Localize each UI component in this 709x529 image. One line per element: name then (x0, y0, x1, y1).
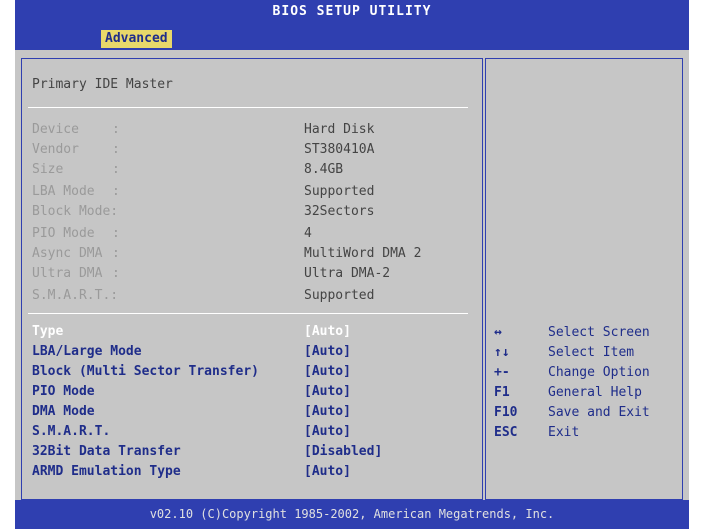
info-colon: : (112, 246, 120, 261)
info-value: ST380410A (304, 142, 375, 157)
info-value: Ultra DMA-2 (304, 266, 391, 281)
settings-pane: Primary IDE Master Device : Hard Disk Ve… (21, 58, 483, 500)
info-colon: : (112, 226, 120, 241)
option-value[interactable]: [Auto] (304, 361, 351, 383)
option-value[interactable]: [Auto] (304, 381, 351, 403)
info-colon: : (112, 184, 120, 199)
bios-screen: BIOS SETUP UTILITY Advanced Primary IDE … (15, 0, 689, 529)
info-label: Vendor (32, 142, 79, 157)
info-row-vendor: Vendor : ST380410A (32, 139, 472, 161)
left-right-arrow-icon: ↔ (494, 325, 502, 340)
help-exit: ESC Exit (494, 423, 682, 443)
info-label: Ultra DMA (32, 266, 103, 281)
help-text: Select Item (548, 345, 635, 360)
help-change-option: +- Change Option (494, 363, 682, 383)
info-row-device: Device : Hard Disk (32, 119, 472, 141)
info-row-block-mode: Block Mode: 32Sectors (32, 201, 472, 223)
help-select-screen: ↔ Select Screen (494, 323, 682, 343)
option-pio-mode[interactable]: PIO Mode [Auto] (32, 381, 472, 403)
info-label: PIO Mode (32, 226, 95, 241)
info-row-ultra-dma: Ultra DMA : Ultra DMA-2 (32, 263, 472, 285)
info-colon: : (112, 266, 120, 281)
main-panel: Primary IDE Master Device : Hard Disk Ve… (15, 50, 689, 500)
f10-key: F10 (494, 405, 518, 420)
option-dma-mode[interactable]: DMA Mode [Auto] (32, 401, 472, 423)
info-row-size: Size : 8.4GB (32, 159, 472, 181)
info-value: Supported (304, 184, 375, 199)
option-32bit-transfer[interactable]: 32Bit Data Transfer [Disabled] (32, 441, 472, 463)
info-value: 8.4GB (304, 162, 344, 177)
f1-key: F1 (494, 385, 510, 400)
option-lba-large-mode[interactable]: LBA/Large Mode [Auto] (32, 341, 472, 363)
info-label: Block Mode: (32, 204, 119, 219)
info-label: Async DMA (32, 246, 103, 261)
help-text: Save and Exit (548, 405, 650, 420)
tab-advanced[interactable]: Advanced (101, 30, 172, 48)
info-value: 32Sectors (304, 204, 375, 219)
info-row-lba-mode: LBA Mode : Supported (32, 181, 472, 203)
help-select-item: ↑↓ Select Item (494, 343, 682, 363)
info-label: Device (32, 122, 79, 137)
option-label: 32Bit Data Transfer (32, 444, 181, 459)
option-value[interactable]: [Auto] (304, 401, 351, 423)
help-save-exit: F10 Save and Exit (494, 403, 682, 423)
option-value[interactable]: [Auto] (304, 321, 351, 343)
option-value[interactable]: [Disabled] (304, 441, 382, 463)
section-title: Primary IDE Master (32, 77, 173, 92)
info-colon: : (112, 162, 120, 177)
option-armd-emulation[interactable]: ARMD Emulation Type [Auto] (32, 461, 472, 483)
separator (28, 107, 468, 108)
option-value[interactable]: [Auto] (304, 461, 351, 483)
option-label: Block (Multi Sector Transfer) (32, 364, 259, 379)
tab-bar: Advanced (15, 24, 689, 50)
option-value[interactable]: [Auto] (304, 341, 351, 363)
option-label: S.M.A.R.T. (32, 424, 111, 439)
info-value: MultiWord DMA 2 (304, 246, 422, 261)
option-label: Type (32, 324, 64, 339)
option-label: ARMD Emulation Type (32, 464, 181, 479)
separator (28, 313, 468, 314)
option-value[interactable]: [Auto] (304, 421, 351, 443)
help-general-help: F1 General Help (494, 383, 682, 403)
info-label: S.M.A.R.T.: (32, 288, 119, 303)
info-label: LBA Mode (32, 184, 95, 199)
help-text: Exit (548, 425, 580, 440)
info-label: Size (32, 162, 64, 177)
info-row-smart: S.M.A.R.T.: Supported (32, 285, 472, 307)
option-label: PIO Mode (32, 384, 95, 399)
info-value: Supported (304, 288, 375, 303)
help-pane: ↔ Select Screen ↑↓ Select Item +- Change… (485, 58, 683, 500)
esc-key: ESC (494, 425, 518, 440)
option-label: DMA Mode (32, 404, 95, 419)
help-text: Select Screen (548, 325, 650, 340)
help-text: General Help (548, 385, 642, 400)
up-down-arrow-icon: ↑↓ (494, 345, 510, 360)
option-block-mode[interactable]: Block (Multi Sector Transfer) [Auto] (32, 361, 472, 383)
option-smart[interactable]: S.M.A.R.T. [Auto] (32, 421, 472, 443)
info-value: 4 (304, 226, 312, 241)
info-colon: : (112, 142, 120, 157)
info-colon: : (112, 122, 120, 137)
info-row-async-dma: Async DMA : MultiWord DMA 2 (32, 243, 472, 265)
info-value: Hard Disk (304, 122, 375, 137)
option-type[interactable]: Type [Auto] (32, 321, 472, 343)
help-text: Change Option (548, 365, 650, 380)
bios-title: BIOS SETUP UTILITY (15, 0, 689, 24)
plus-minus-icon: +- (494, 365, 510, 380)
copyright-footer: v02.10 (C)Copyright 1985-2002, American … (15, 500, 689, 529)
option-label: LBA/Large Mode (32, 344, 142, 359)
info-row-pio-mode: PIO Mode : 4 (32, 223, 472, 245)
